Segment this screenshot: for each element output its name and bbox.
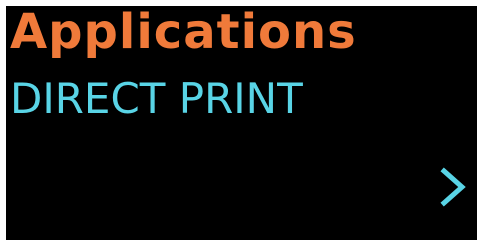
screen-title: Applications [10,6,357,60]
display-screen: Applications DIRECT PRINT [6,6,477,240]
chevron-right-icon [438,166,468,208]
next-button[interactable] [438,166,468,208]
menu-item-direct-print[interactable]: DIRECT PRINT [10,74,303,124]
